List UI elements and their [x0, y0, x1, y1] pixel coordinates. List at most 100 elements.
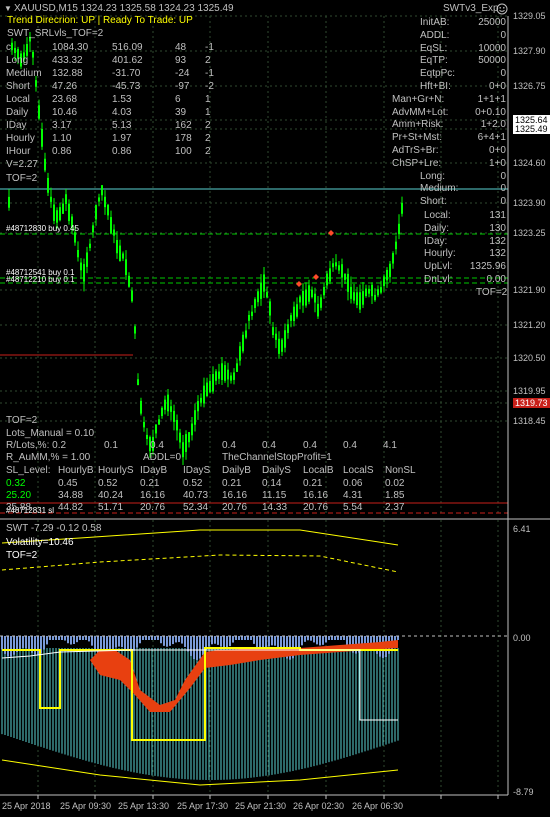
candle-body: [395, 241, 397, 250]
stats-cell: 4.03: [112, 107, 132, 118]
r-lots-value: 0.4: [343, 440, 357, 451]
candle-body: [335, 262, 337, 267]
candle-body: [122, 253, 124, 259]
channel-stop-profit: TheChannelStopProfit=1: [222, 452, 332, 463]
r-lots-value: 0.1: [104, 440, 118, 451]
settings-value: 6+4+1: [477, 132, 506, 144]
r-lots-value: 0.4: [150, 440, 164, 451]
chart-canvas[interactable]: [0, 0, 550, 817]
candle-body: [161, 407, 163, 417]
candle-body: [128, 275, 130, 287]
sl-cell: 16.16: [303, 490, 329, 501]
candle-body: [365, 288, 367, 297]
candle-body: [218, 371, 220, 379]
trade-arrow-marker: [328, 230, 334, 236]
stats-cell: 1: [205, 107, 211, 118]
candle-body: [44, 158, 46, 171]
candle-body: [86, 252, 88, 267]
stats-cell: 23.68: [52, 94, 78, 105]
price-label: 1318.45: [513, 416, 546, 426]
trade-label[interactable]: #48712210 buy 0.1: [6, 275, 75, 284]
sl-header: IDayB: [140, 465, 168, 476]
sl-cell: 20.76: [303, 502, 329, 513]
candle-body: [353, 292, 355, 301]
stats-cell: 162: [175, 120, 192, 131]
level-value: 0.00: [486, 274, 506, 285]
chart-caret-icon[interactable]: ▼: [4, 3, 12, 15]
sl-header: DailyS: [262, 465, 291, 476]
candle-body: [224, 365, 226, 381]
candle-body: [239, 346, 241, 361]
candle-body: [281, 339, 283, 352]
candle-body: [101, 185, 103, 196]
candle-body: [38, 105, 40, 119]
stats-cell: -24: [175, 68, 190, 79]
candle-body: [317, 303, 319, 317]
candle-body: [110, 217, 112, 234]
stats-cell: 1.97: [112, 133, 132, 144]
candle-body: [209, 380, 211, 393]
stats-cell: 47.26: [52, 81, 78, 92]
level-value: 130: [489, 222, 506, 234]
candle-body: [233, 372, 235, 380]
stats-cell: 5.13: [112, 120, 132, 131]
candle-body: [47, 177, 49, 193]
settings-label: Amm+Risk:: [392, 119, 444, 131]
price-label: 1327.90: [513, 46, 546, 56]
sl-header: NonSL: [385, 465, 416, 476]
sl-cell: 14.33: [262, 502, 288, 513]
sub-scale-bottom: -8.79: [513, 787, 534, 797]
level-value: 131: [489, 210, 506, 221]
sl-cell: 0.14: [262, 478, 282, 489]
stats-cell: -45.73: [112, 81, 141, 92]
v-value: V=2.27: [6, 159, 38, 170]
sl-cell: 11.15: [262, 490, 287, 501]
candle-body: [383, 276, 385, 287]
sl-header: SL_Level:: [6, 465, 51, 476]
settings-value: 1+1+1: [477, 93, 506, 105]
stats-cell: 39: [175, 107, 187, 118]
candle-body: [98, 197, 100, 202]
candle-body: [164, 399, 166, 410]
time-label: 25 Apr 2018: [2, 801, 51, 811]
sl-cell: 0.21: [140, 478, 160, 489]
sl-header: HourlyB: [58, 465, 94, 476]
stats-cell: 1.10: [52, 133, 72, 144]
price-label: 1324.60: [513, 158, 546, 168]
candle-body: [377, 289, 379, 296]
r-lots-value: 0.4: [303, 440, 317, 451]
candle-body: [92, 225, 94, 233]
settings-label: Man+Gr+N:: [392, 93, 445, 105]
candle-body: [251, 311, 253, 317]
r-lots-label: R/Lots,%: 0.2: [6, 440, 67, 451]
sub-indicator-title: SWT -7.29 -0.12 0.58: [6, 523, 102, 534]
candle-body: [254, 299, 256, 309]
smiley-icon[interactable]: [496, 3, 508, 15]
levels-tof: TOF=2: [476, 287, 508, 298]
candle-body: [35, 80, 37, 87]
candle-body: [203, 385, 205, 404]
level-label: DnLvl:: [424, 274, 453, 285]
trade-label[interactable]: #48712830 buy 0.45: [6, 224, 79, 233]
sl-cell: 16.16: [140, 490, 166, 501]
candle-body: [332, 263, 334, 268]
candle-body: [296, 304, 298, 317]
candle-body: [386, 269, 388, 281]
expert-name[interactable]: SWTv3_Exp: [443, 3, 499, 15]
stats-cell: 2: [205, 133, 211, 144]
candle-body: [347, 273, 349, 292]
sl-cell: 0.52: [98, 478, 118, 489]
sl-cell: 40.73: [183, 490, 209, 501]
stats-cell: 178: [175, 133, 192, 144]
candle-body: [155, 424, 157, 434]
volatility-value: Volatility=10.46: [6, 537, 74, 548]
stats-cell: Daily: [6, 107, 29, 118]
stats-cell: 1.53: [112, 94, 132, 105]
stats-cell: 2: [205, 146, 211, 157]
sl-cell: 34.88: [58, 490, 84, 501]
candle-body: [314, 293, 316, 303]
upper-band-line: [1, 554, 399, 573]
candle-body: [263, 274, 265, 292]
sl-cell: 52.34: [183, 502, 209, 513]
candle-body: [278, 338, 280, 354]
